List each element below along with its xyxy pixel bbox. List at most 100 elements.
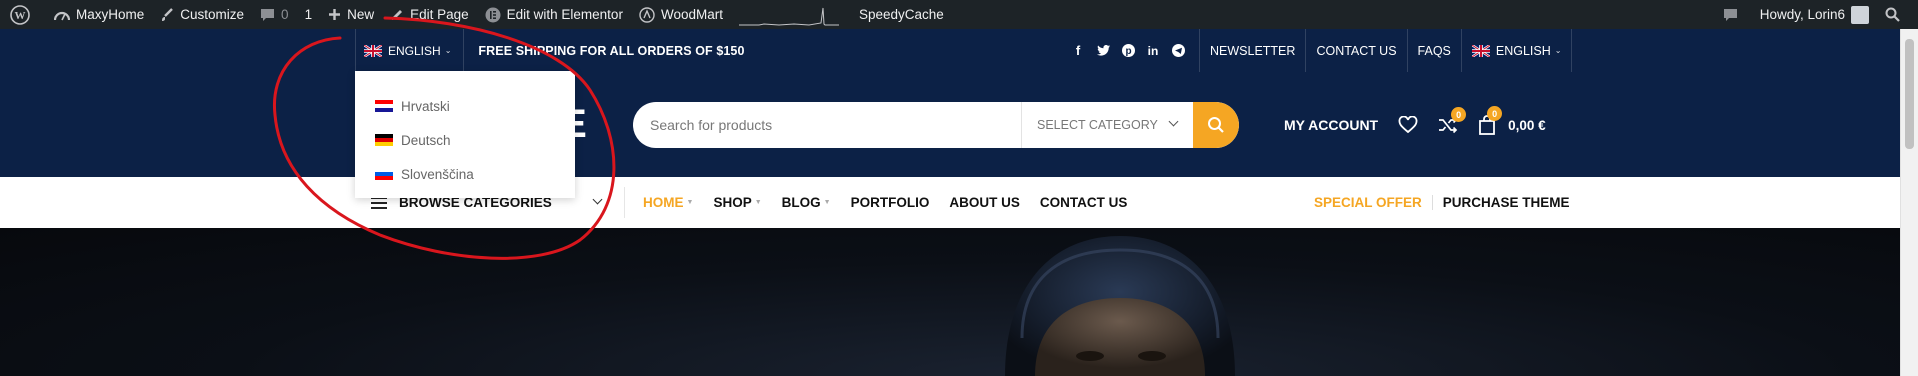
faqs-link[interactable]: FAQS	[1406, 29, 1461, 72]
new-label: New	[347, 7, 375, 22]
site-name-label: MaxyHome	[76, 7, 145, 22]
faqs-label: FAQS	[1417, 43, 1451, 58]
uk-flag-icon	[364, 44, 382, 57]
search-icon	[1885, 7, 1900, 22]
chat-icon	[1723, 8, 1737, 21]
language-option-hrvatski[interactable]: Hrvatski	[355, 89, 575, 123]
contact-us-link[interactable]: CONTACT US	[1305, 29, 1406, 72]
edit-page-link[interactable]: Edit Page	[382, 0, 477, 29]
chevron-down-icon	[592, 194, 603, 205]
admin-search-button[interactable]	[1877, 0, 1918, 29]
edit-elementor-link[interactable]: Edit with Elementor	[477, 0, 631, 29]
wishlist-button[interactable]	[1398, 116, 1418, 134]
top-bar: ENGLISH ⌄ FREE SHIPPING FOR ALL ORDERS O…	[0, 29, 1900, 72]
elementor-icon	[485, 7, 501, 22]
admin-bar-right: Howdy, Lorin6	[1715, 0, 1918, 29]
wp-admin-bar: W MaxyHome Customize 0 1 New Edit Page E…	[0, 0, 1918, 29]
chevron-down-icon: ⌄	[1554, 46, 1562, 55]
pencil-icon	[392, 9, 403, 20]
chevron-down-icon: ▼	[686, 199, 694, 206]
menu-item-portfolio[interactable]: PORTFOLIO	[851, 195, 930, 210]
new-content-link[interactable]: New	[320, 0, 382, 29]
social-links: f p in	[1070, 29, 1186, 72]
language-option-deutsch[interactable]: Deutsch	[355, 123, 575, 157]
telegram-icon[interactable]	[1170, 43, 1186, 59]
site-name-link[interactable]: MaxyHome	[46, 0, 152, 29]
speedycache-label: SpeedyCache	[858, 7, 944, 22]
howdy-label: Howdy, Lorin6	[1759, 7, 1845, 22]
chevron-down-icon: ▼	[754, 199, 762, 206]
compare-button[interactable]: 0	[1438, 107, 1467, 134]
top-bar-links: NEWSLETTER CONTACT US FAQS ENGLISH ⌄	[1199, 29, 1573, 72]
menu-icon	[371, 196, 387, 209]
menu-item-label: HOME	[643, 195, 684, 210]
special-offer-link[interactable]: SPECIAL OFFER	[1314, 195, 1432, 210]
pinterest-icon[interactable]: p	[1120, 43, 1136, 59]
shipping-notice: FREE SHIPPING FOR ALL ORDERS OF $150	[478, 43, 745, 58]
comment-icon	[261, 8, 275, 21]
wordpress-logo-icon[interactable]: W	[0, 0, 46, 29]
secondary-menu: SPECIAL OFFER PURCHASE THEME	[1314, 177, 1570, 228]
heart-icon	[1398, 116, 1418, 134]
scrollbar-thumb[interactable]	[1905, 39, 1914, 149]
slovenia-flag-icon	[375, 168, 393, 180]
hero-person-image	[1005, 236, 1235, 376]
facebook-icon[interactable]: f	[1070, 43, 1086, 59]
speedycache-link[interactable]: SpeedyCache	[851, 0, 952, 29]
cart-total[interactable]: 0,00 €	[1508, 118, 1546, 133]
cart-button[interactable]: 0	[1478, 106, 1503, 135]
stats-sparkline[interactable]	[731, 0, 847, 29]
search-icon	[1208, 117, 1224, 133]
header-actions: MY ACCOUNT 0 0 0,00 €	[1284, 102, 1546, 148]
language-option-label: Hrvatski	[401, 98, 450, 114]
chevron-down-icon	[1168, 116, 1179, 127]
linkedin-icon[interactable]: in	[1145, 43, 1161, 59]
menu-item-label: ABOUT US	[949, 195, 1020, 210]
menu-item-about-us[interactable]: ABOUT US	[949, 195, 1020, 210]
language-label: ENGLISH	[388, 43, 441, 58]
language-option-slovenscina[interactable]: Slovenščina	[355, 157, 575, 191]
menu-item-shop[interactable]: SHOP ▼	[713, 195, 761, 210]
chevron-down-icon: ▼	[823, 199, 831, 206]
updates-count: 1	[304, 7, 313, 22]
comments-link[interactable]: 0	[252, 0, 297, 29]
updates-link[interactable]: 1	[297, 0, 321, 29]
newsletter-label: NEWSLETTER	[1210, 43, 1296, 58]
category-select-label: SELECT CATEGORY	[1037, 118, 1158, 132]
my-account-link[interactable]: Howdy, Lorin6	[1752, 0, 1877, 29]
page-scrollbar[interactable]	[1900, 29, 1918, 376]
my-account-link[interactable]: MY ACCOUNT	[1284, 117, 1378, 133]
product-search-form: SELECT CATEGORY	[633, 102, 1239, 148]
sparkline-chart-icon	[738, 7, 839, 26]
menu-item-contact-us[interactable]: CONTACT US	[1040, 195, 1128, 210]
woodmart-link[interactable]: WoodMart	[631, 0, 731, 29]
search-input[interactable]	[633, 102, 1021, 148]
svg-text:p: p	[1125, 46, 1131, 57]
category-select[interactable]: SELECT CATEGORY	[1021, 102, 1193, 148]
woodmart-icon	[639, 6, 655, 23]
croatia-flag-icon	[375, 100, 393, 112]
customize-label: Customize	[180, 7, 245, 22]
dashboard-icon	[54, 11, 70, 20]
menu-item-label: CONTACT US	[1039, 195, 1128, 210]
woodmart-label: WoodMart	[660, 7, 723, 22]
purchase-theme-link[interactable]: PURCHASE THEME	[1431, 195, 1570, 210]
twitter-icon[interactable]	[1095, 43, 1111, 59]
top-bar-inner: ENGLISH ⌄ FREE SHIPPING FOR ALL ORDERS O…	[355, 29, 1573, 72]
language-switcher[interactable]: ENGLISH ⌄	[355, 29, 465, 72]
menu-item-label: BLOG	[781, 195, 821, 210]
comments-count: 0	[281, 7, 289, 22]
search-button[interactable]	[1193, 102, 1239, 148]
primary-menu: HOME ▼ SHOP ▼ BLOG ▼ PORTFOLIO ABOUT US CON…	[643, 177, 1147, 228]
brush-icon	[162, 7, 174, 21]
language-right-label: ENGLISH	[1495, 43, 1551, 58]
menu-item-home[interactable]: HOME ▼	[643, 195, 693, 210]
language-switcher-right[interactable]: ENGLISH ⌄	[1460, 29, 1573, 72]
menu-item-blog[interactable]: BLOG ▼	[782, 195, 831, 210]
main-navigation: BROWSE CATEGORIES HOME ▼ SHOP ▼ BLOG ▼ PORT…	[0, 177, 1900, 228]
uk-flag-icon	[1471, 44, 1490, 57]
svg-text:W: W	[15, 10, 26, 22]
newsletter-link[interactable]: NEWSLETTER	[1199, 29, 1305, 72]
notifications-link[interactable]	[1715, 0, 1752, 29]
customize-link[interactable]: Customize	[152, 0, 252, 29]
